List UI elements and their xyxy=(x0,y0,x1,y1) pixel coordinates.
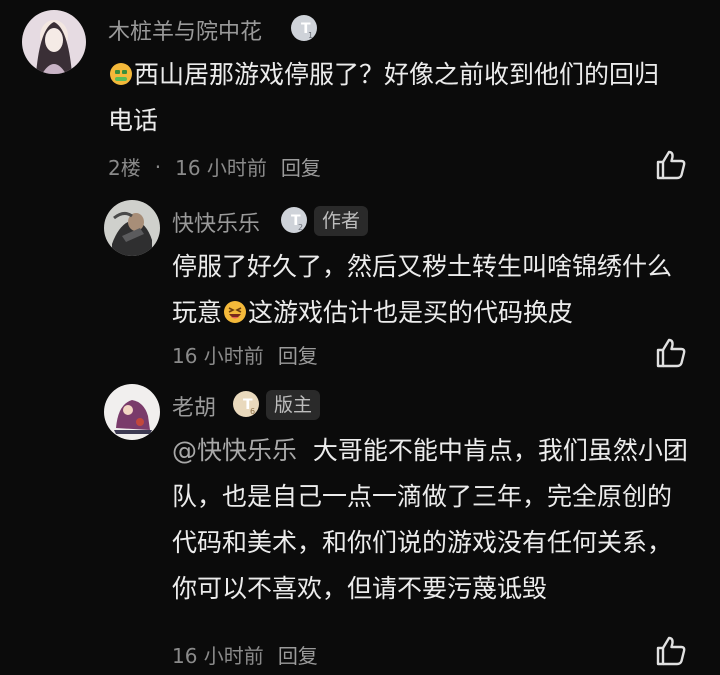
reply-time: 16 小时前 xyxy=(172,344,264,368)
reply-text: @快快乐乐 大哥能不能中肯点，我们虽然小团队，也是自己一点一滴做了三年，完全原创… xyxy=(172,428,692,612)
reply-text-part2: 这游戏估计也是买的代码换皮 xyxy=(248,298,574,327)
reply-time: 16 小时前 xyxy=(172,644,264,668)
reply-text: 停服了好久了，然后又秽土转生叫啥锦绣什么玩意 这游戏估计也是买的代码换皮 xyxy=(172,244,682,336)
comment-time: 16 小时前 xyxy=(175,156,267,180)
comment-meta: 2楼 · 16 小时前 回复 xyxy=(108,152,321,181)
thumbs-up-icon xyxy=(656,636,686,666)
thumbs-up-icon xyxy=(656,338,686,368)
comment-text-content: 西山居那游戏停服了？好像之前收到他们的回归电话 xyxy=(108,60,660,135)
like-button[interactable] xyxy=(654,634,688,668)
money-mouth-emoji-icon xyxy=(108,61,134,87)
author-tag: 作者 xyxy=(314,206,369,236)
reply-button[interactable]: 回复 xyxy=(281,152,321,181)
reply-author[interactable]: 老胡 xyxy=(172,390,216,422)
avatar-muzhuangyang[interactable] xyxy=(22,10,86,74)
reply-meta: 16 小时前 回复 xyxy=(172,640,318,669)
svg-text:2: 2 xyxy=(298,223,303,232)
level-badge-icon: T 1 xyxy=(290,14,318,42)
svg-text:6: 6 xyxy=(250,407,255,416)
floor-number: 2楼 xyxy=(108,156,141,180)
avatar-laohu[interactable] xyxy=(104,384,160,440)
svg-text:1: 1 xyxy=(308,31,313,40)
thumbs-up-icon xyxy=(656,150,686,180)
reply-button[interactable]: 回复 xyxy=(278,340,318,369)
comment-author[interactable]: 木桩羊与院中花 xyxy=(108,14,262,46)
level-badge-icon: T 2 xyxy=(280,206,308,234)
avatar-kuaikuailele[interactable] xyxy=(104,200,160,256)
comment-text: 西山居那游戏停服了？好像之前收到他们的回归电话 xyxy=(108,52,678,144)
reply-meta: 16 小时前 回复 xyxy=(172,340,318,369)
level-badge-icon: T 6 xyxy=(232,390,260,418)
like-button[interactable] xyxy=(654,336,688,370)
grinning-squinting-emoji-icon xyxy=(222,299,248,325)
mention-link[interactable]: @快快乐乐 xyxy=(172,436,297,465)
moderator-tag: 版主 xyxy=(266,390,321,420)
meta-separator: · xyxy=(154,154,162,179)
like-button[interactable] xyxy=(654,148,688,182)
reply-button[interactable]: 回复 xyxy=(278,640,318,669)
reply-author[interactable]: 快快乐乐 xyxy=(172,206,260,238)
